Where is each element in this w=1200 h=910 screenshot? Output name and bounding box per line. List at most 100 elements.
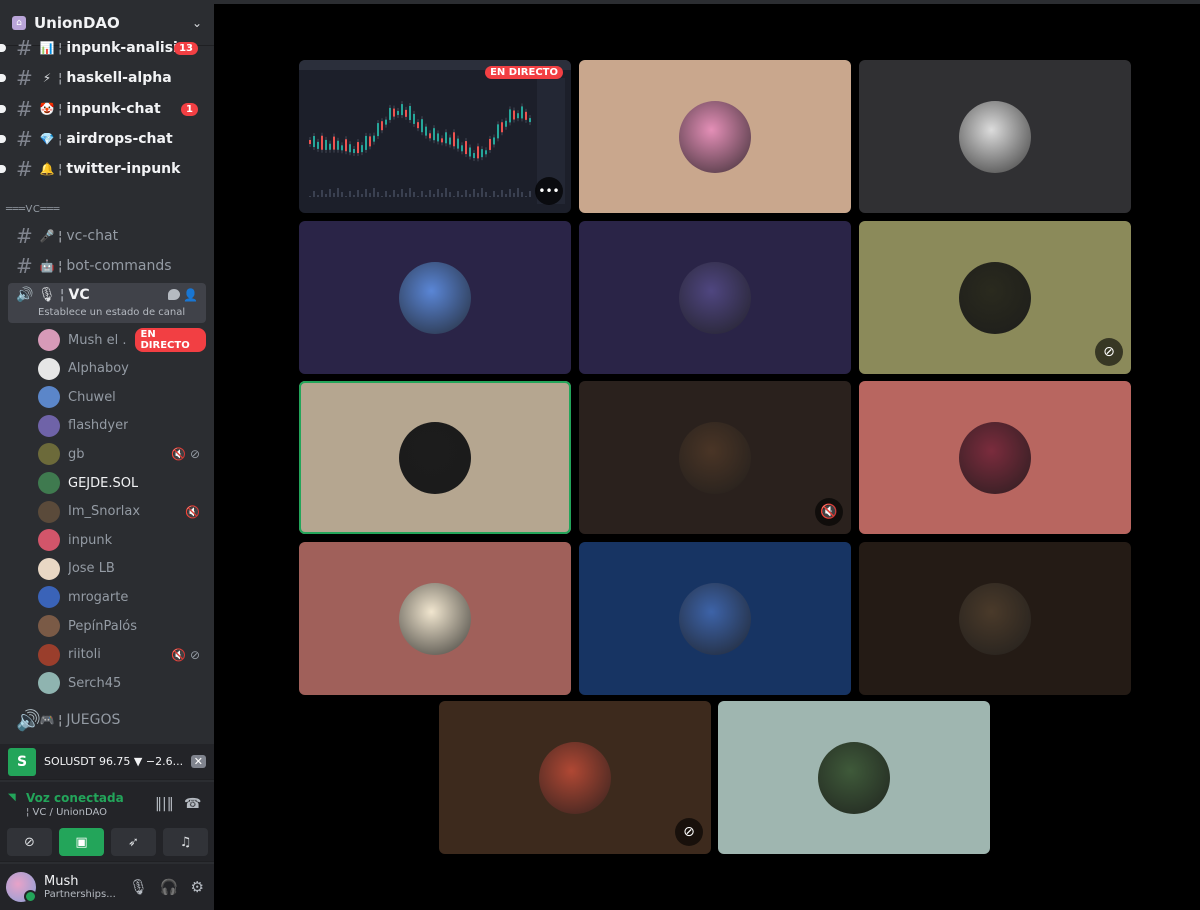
channel-emoji: 🔔 — [39, 162, 55, 176]
channel-airdrops-chat[interactable]: # 💎 ¦ airdrops-chat — [0, 125, 206, 153]
voice-user-name: Alphaboy — [68, 361, 129, 377]
voice-user[interactable]: Serch45 — [38, 670, 206, 696]
channel-separator: ¦ — [58, 101, 63, 117]
close-icon[interactable]: ✕ — [190, 755, 206, 768]
voice-user[interactable]: riitoli 🔇 ⊘ — [38, 642, 206, 668]
participant-tile[interactable] — [718, 701, 990, 854]
voice-user[interactable]: Alphaboy — [38, 356, 206, 382]
screen-share-button[interactable]: ▣ — [59, 828, 104, 856]
channel-emoji: 🤖 — [39, 259, 55, 273]
unread-indicator — [0, 165, 6, 173]
video-off-icon: ⊘ — [675, 818, 703, 846]
more-icon[interactable]: ••• — [535, 177, 563, 205]
participant-tile[interactable] — [579, 221, 851, 374]
screen-share-icon: ▣ — [75, 834, 88, 850]
voice-user[interactable]: gb 🔇 ⊘ — [38, 441, 206, 467]
channel-juegos[interactable]: 🔊 🎮 ¦ JUEGOS — [8, 706, 206, 734]
channel-separator: ¦ — [58, 228, 63, 244]
voice-user[interactable]: Im_Snorlax 🔇 — [38, 499, 206, 525]
participant-tile[interactable]: ⊘ — [859, 221, 1131, 374]
top-divider — [214, 0, 1200, 4]
participant-tile[interactable] — [859, 542, 1131, 695]
activity-text: SOLUSDT 96.75 ▼ −2.6... — [44, 755, 184, 768]
voice-user[interactable]: PepínPalós — [38, 613, 206, 639]
mention-badge: 1 — [181, 102, 198, 116]
avatar — [679, 261, 751, 334]
chat-bubble-icon[interactable] — [168, 289, 180, 300]
hash-icon: # — [16, 254, 33, 278]
avatar — [679, 421, 751, 494]
category-vc[interactable]: ═══VC═══ — [6, 204, 60, 215]
voice-status[interactable]: Voz conectada — [26, 791, 124, 805]
voice-user-name: flashdyer — [68, 418, 129, 434]
voice-user-name: Im_Snorlax — [68, 504, 141, 520]
chevron-down-icon[interactable]: ⌄ — [192, 16, 202, 30]
participant-tile[interactable] — [299, 381, 571, 534]
voice-user[interactable]: Chuwel — [38, 384, 206, 410]
video-off-icon: ⊘ — [1095, 338, 1123, 366]
voice-user-name: riitoli — [68, 647, 101, 663]
camera-off-button[interactable]: ⊘ — [7, 828, 52, 856]
channel-haskell-alpha[interactable]: # ⚡ ¦ haskell-alpha — [0, 64, 206, 92]
channel-emoji: 🎙 — [38, 287, 56, 303]
participant-tile[interactable] — [579, 542, 851, 695]
voice-user[interactable]: Jose LB — [38, 556, 206, 582]
avatar — [38, 329, 60, 351]
channel-emoji: 🤡 — [39, 102, 55, 116]
gear-icon[interactable]: ⚙ — [191, 878, 204, 896]
channel-name: inpunk-chat — [66, 101, 161, 117]
microphone-icon[interactable]: 🎙 — [129, 878, 148, 896]
participant-tile[interactable] — [299, 542, 571, 695]
participant-tile[interactable] — [859, 381, 1131, 534]
voice-user-name: inpunk — [68, 532, 113, 548]
participant-tile[interactable] — [859, 60, 1131, 213]
avatar — [38, 557, 60, 580]
channel-inpunk-chat[interactable]: # 🤡 ¦ inpunk-chat 1 — [0, 95, 206, 123]
participant-tile[interactable]: 🔇 — [579, 381, 851, 534]
voice-user[interactable]: flashdyer — [38, 413, 206, 439]
add-user-icon[interactable]: 👤 — [183, 288, 198, 302]
screen-share-tile[interactable]: EN DIRECTO ••• — [299, 60, 571, 213]
avatar[interactable] — [6, 872, 37, 903]
hash-icon: # — [16, 157, 33, 181]
voice-user-name: gb — [68, 446, 85, 462]
voice-user[interactable]: GEJDE.SOL — [38, 470, 206, 496]
channel-emoji: 🎮 — [39, 713, 55, 727]
channel-separator: ¦ — [59, 287, 65, 303]
avatar — [38, 643, 60, 666]
active-voice-channel[interactable]: 🔊 🎙 ¦ VC Establece un estado de canal 👤 — [8, 283, 206, 323]
channel-separator: ¦ — [58, 161, 63, 177]
voice-location[interactable]: ¦ VC / UnionDAO — [26, 807, 107, 818]
soundboard-button[interactable]: ♫ — [163, 828, 208, 856]
channel-twitter-inpunk[interactable]: # 🔔 ¦ twitter-inpunk — [0, 155, 206, 183]
channel-status[interactable]: Establece un estado de canal — [38, 307, 185, 318]
live-badge: EN DIRECTO — [485, 66, 563, 79]
avatar — [818, 741, 890, 814]
avatar — [959, 100, 1031, 173]
avatar — [38, 500, 60, 523]
voice-user[interactable]: Mush el ... EN DIRECTO — [38, 327, 206, 353]
channel-vc-chat[interactable]: # 🎤 ¦ vc-chat — [8, 222, 206, 250]
participant-tile[interactable]: ⊘ — [439, 701, 711, 854]
avatar — [539, 741, 611, 814]
headphones-icon[interactable]: 🎧 — [160, 878, 179, 896]
mute-deafen-icon: 🔇 ⊘ — [171, 647, 200, 662]
activity-bar[interactable]: S SOLUSDT 96.75 ▼ −2.6... ✕ — [0, 744, 214, 780]
channel-name: bot-commands — [66, 258, 172, 274]
channel-inpunk-analisis[interactable]: # 📊 ¦ inpunk-analisis 13 — [0, 34, 206, 62]
participant-tile[interactable] — [299, 221, 571, 374]
noise-suppression-icon[interactable]: ‖|‖ — [155, 796, 174, 812]
activities-button[interactable]: ➶ — [111, 828, 156, 856]
participant-tile[interactable] — [579, 60, 851, 213]
avatar — [959, 261, 1031, 334]
channel-bot-commands[interactable]: # 🤖 ¦ bot-commands — [8, 252, 206, 280]
channel-separator: ¦ — [58, 712, 63, 728]
username[interactable]: Mush — [44, 874, 116, 889]
speaker-icon: 🔊 — [16, 287, 34, 303]
signal-icon[interactable]: ◥ — [8, 792, 16, 803]
voice-user[interactable]: mrogarte — [38, 584, 206, 610]
avatar — [38, 529, 60, 552]
voice-user[interactable]: inpunk — [38, 527, 206, 553]
disconnect-icon[interactable]: ☎ — [184, 796, 201, 812]
avatar — [38, 443, 60, 466]
